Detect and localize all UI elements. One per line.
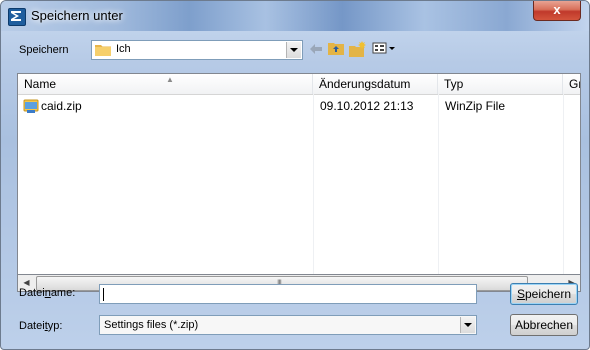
filename-input[interactable]	[99, 284, 477, 304]
text-caret	[103, 288, 104, 302]
current-folder: Ich	[116, 43, 131, 55]
save-in-label: Speichern	[19, 44, 69, 56]
title-bar[interactable]: Speichern unter x	[1, 1, 589, 31]
chevron-down-icon[interactable]	[286, 42, 301, 58]
view-menu-icon[interactable]	[371, 41, 397, 59]
sort-ascending-icon: ▲	[166, 75, 174, 84]
save-in-combo[interactable]: Ich	[91, 40, 303, 60]
column-size[interactable]: Größ	[563, 74, 580, 94]
filename-label: Dateiname:	[19, 287, 76, 299]
app-icon	[8, 8, 26, 26]
column-type[interactable]: Typ	[438, 74, 563, 94]
folder-icon	[95, 45, 111, 56]
folder-up-icon[interactable]	[327, 41, 345, 59]
window-title: Speichern unter	[31, 8, 123, 23]
dialog-client: Speichern Ich Name ▲ Änderungsdatum Typ …	[9, 31, 581, 343]
file-type: WinZip File	[445, 99, 506, 113]
filetype-label: Dateityp:	[19, 320, 63, 332]
file-date: 09.10.2012 21:13	[320, 99, 414, 113]
save-button[interactable]: Speichern	[510, 283, 578, 305]
list-item[interactable]: caid.zip 09.10.2012 21:13 WinZip File	[18, 97, 580, 115]
cancel-button[interactable]: Abbrechen	[510, 314, 578, 336]
list-header: Name ▲ Änderungsdatum Typ Größ	[18, 74, 580, 95]
column-date[interactable]: Änderungsdatum	[313, 74, 438, 94]
new-folder-icon[interactable]	[349, 41, 367, 59]
chevron-down-icon[interactable]	[460, 317, 475, 333]
filetype-select[interactable]: Settings files (*.zip)	[99, 315, 477, 335]
filetype-value: Settings files (*.zip)	[104, 319, 199, 331]
zip-file-icon	[23, 99, 39, 113]
file-name: caid.zip	[41, 99, 82, 113]
arrow-left-icon[interactable]	[307, 41, 325, 59]
close-button[interactable]: x	[533, 1, 581, 21]
file-list[interactable]: Name ▲ Änderungsdatum Typ Größ caid.zip …	[17, 73, 581, 275]
save-as-dialog: Speichern unter x Speichern Ich Name ▲ Ä…	[0, 0, 590, 350]
